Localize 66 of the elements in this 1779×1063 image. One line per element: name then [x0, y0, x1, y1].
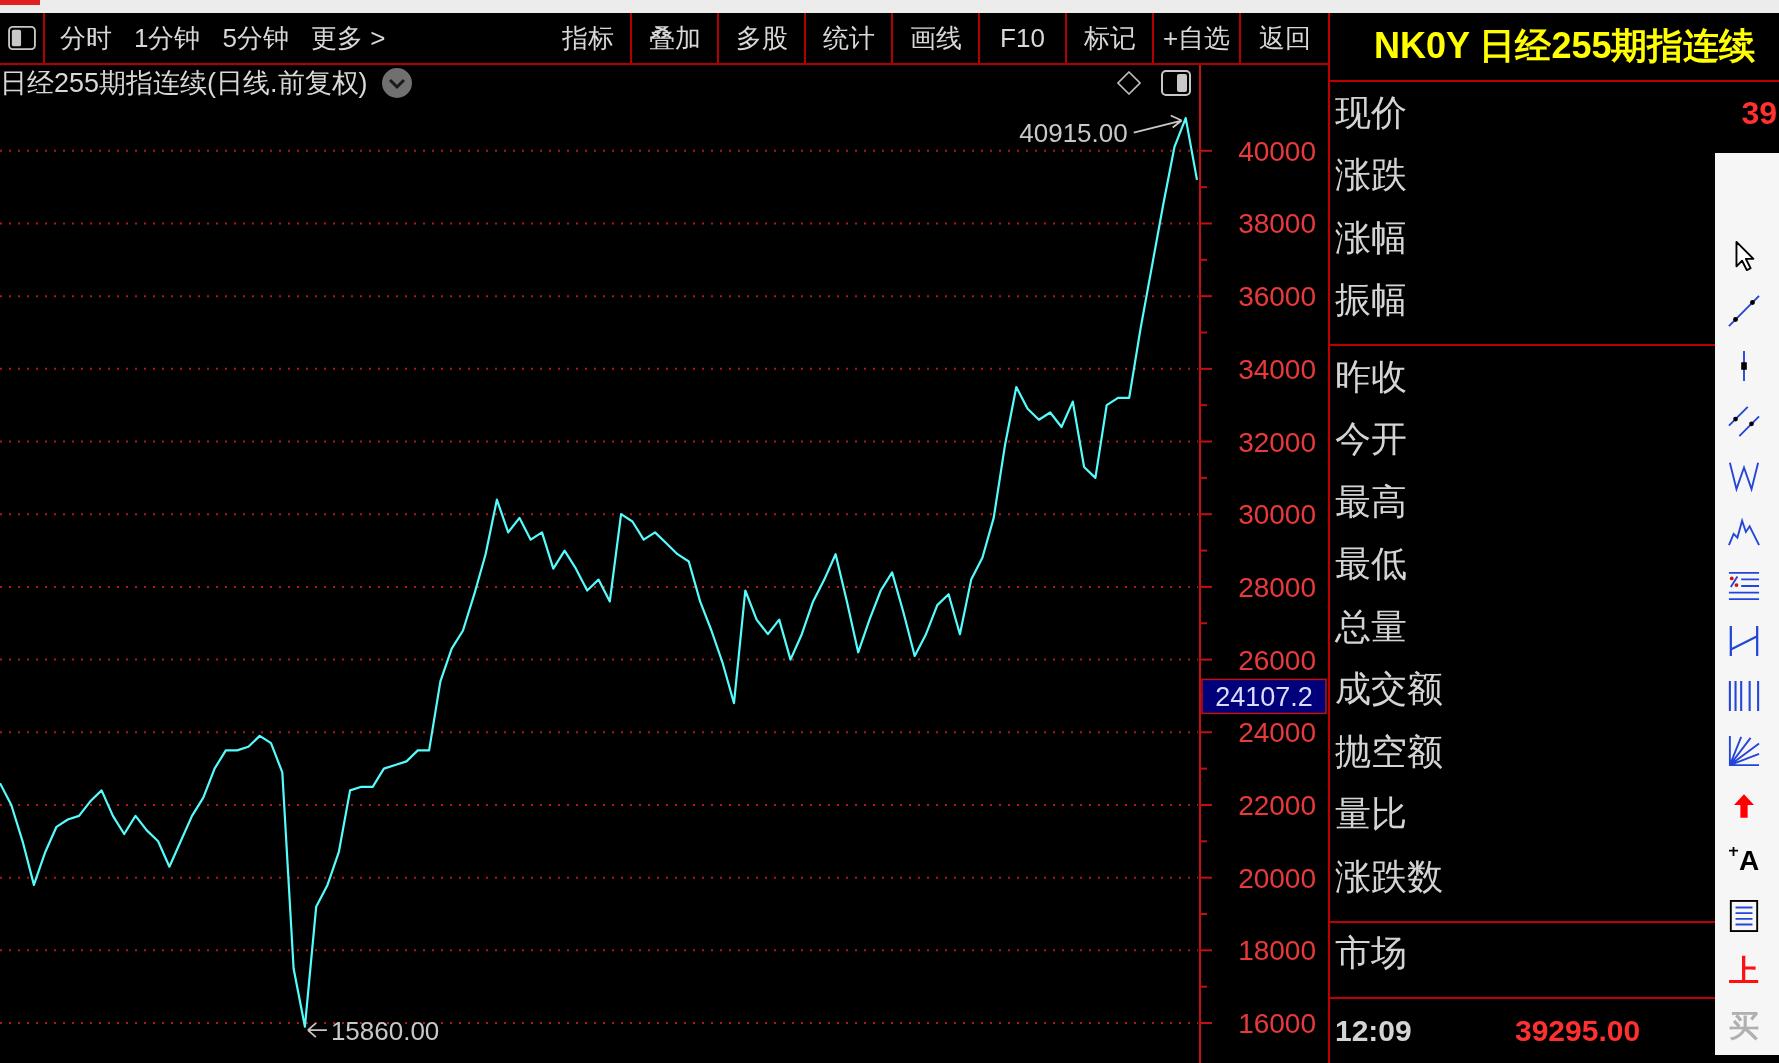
axis-tick-label: 34000: [1238, 353, 1316, 385]
chevron-down-icon[interactable]: [381, 68, 412, 98]
quote-label: 抛空额: [1335, 729, 1443, 774]
axis-tick-label: 36000: [1238, 281, 1316, 313]
toolbar-button[interactable]: 画线: [893, 13, 980, 63]
quote-value: 39: [1741, 94, 1778, 132]
quote-label: 涨跌: [1335, 153, 1407, 198]
parallel-lines-icon[interactable]: [1728, 404, 1760, 437]
document-icon[interactable]: [1728, 899, 1760, 932]
up-arrow-icon[interactable]: [1734, 793, 1754, 818]
toolbar-button[interactable]: +自选: [1154, 13, 1241, 63]
toolbar-button[interactable]: F10: [980, 13, 1067, 63]
axis-tick-label: 24000: [1238, 717, 1316, 749]
axis-tick-label: 16000: [1238, 1008, 1316, 1039]
axis-tick-label: 18000: [1238, 935, 1316, 967]
quote-label: 市场: [1335, 931, 1407, 976]
price-annotation: 40915.00: [1019, 117, 1128, 148]
quote-header-title: NK0Y 日经255期指连续: [1374, 24, 1756, 68]
panel-toggle-icon[interactable]: [1161, 70, 1191, 96]
line-segment-icon[interactable]: [1728, 294, 1760, 327]
toolbar-button[interactable]: 多股: [719, 13, 806, 63]
axis-tick-label: 22000: [1238, 789, 1316, 821]
period-tab[interactable]: 分时: [49, 13, 123, 63]
axis-tick-label: 32000: [1238, 426, 1316, 458]
toolbar-button[interactable]: 叠加: [632, 13, 719, 63]
quote-label: 量比: [1335, 792, 1407, 837]
price-annotation: 15860.00: [330, 1016, 440, 1047]
arrow-icon: [1132, 114, 1183, 134]
diamond-icon[interactable]: [1117, 71, 1141, 95]
plus-icon: [1728, 846, 1738, 856]
axis-tick-label: 20000: [1238, 862, 1316, 894]
arrow-icon: [307, 1022, 328, 1038]
fan-lines-icon[interactable]: [1728, 734, 1760, 767]
range-icon[interactable]: [1728, 624, 1760, 657]
chart-title: 日经255期指连续(日线.前复权): [0, 67, 368, 100]
quote-label: 成交额: [1335, 667, 1443, 712]
tab-marker: [0, 0, 40, 5]
quote-label: 昨收: [1335, 354, 1407, 399]
vertical-lines-icon[interactable]: [1728, 679, 1760, 712]
toolbar-button[interactable]: 统计: [806, 13, 893, 63]
axis-tick-label: 28000: [1238, 571, 1316, 603]
panel-toggle-icon: [7, 26, 36, 50]
quote-label: 今开: [1335, 417, 1407, 462]
tick-time: 12:09: [1335, 1014, 1413, 1048]
text-tool-button[interactable]: A: [1728, 846, 1760, 875]
tick-price: 39295.00: [1515, 1014, 1641, 1048]
quote-label: 涨幅: [1335, 215, 1407, 260]
quote-label: 现价: [1335, 90, 1407, 135]
toolbar-button[interactable]: 标记: [1067, 13, 1154, 63]
quote-label: 最高: [1335, 479, 1407, 524]
quote-label: 最低: [1335, 542, 1407, 587]
toolbar-button[interactable]: 指标: [545, 13, 632, 63]
axis-tick-label: 26000: [1238, 644, 1316, 676]
quote-label: 振幅: [1335, 278, 1407, 323]
price-marker: 24107.2: [1201, 678, 1327, 715]
axis-tick-label: 38000: [1238, 208, 1316, 240]
percent-lines-icon[interactable]: [1728, 569, 1760, 602]
toolbar-button[interactable]: 上: [1729, 955, 1759, 986]
period-tab[interactable]: 5分钟: [211, 13, 300, 63]
period-tab[interactable]: 1分钟: [123, 13, 212, 63]
axis-tick-label: 30000: [1238, 499, 1316, 531]
quote-label: 涨跌数: [1335, 854, 1443, 899]
quote-label: 总量: [1335, 604, 1407, 649]
more-menu-button[interactable]: 更多 >: [299, 13, 397, 63]
toolbar-button[interactable]: 返回: [1241, 13, 1328, 63]
axis-tick-label: 40000: [1238, 135, 1316, 167]
